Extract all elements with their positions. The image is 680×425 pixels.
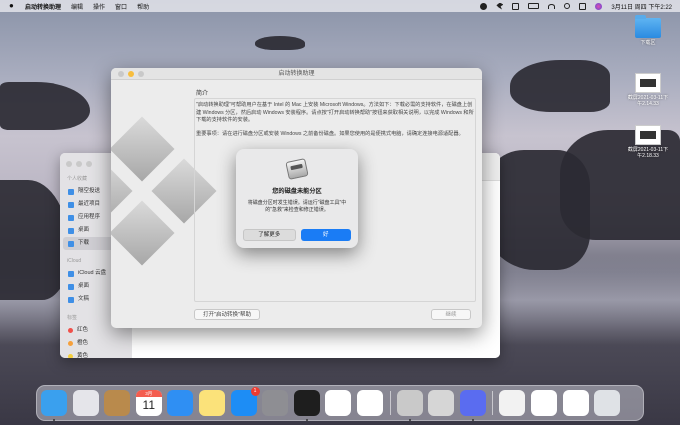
calendar-day: 11 [142, 398, 156, 412]
system-preferences-icon[interactable] [262, 390, 289, 416]
learn-more-button[interactable]: 了解更多 [243, 229, 296, 241]
dock: 3月 11 1 [36, 385, 644, 421]
spotlight-icon[interactable] [564, 3, 571, 9]
intro-text: "启动转换助理"可帮助用户在基于 Intel 的 Mac 上安装 Microso… [196, 102, 474, 144]
menu-edit[interactable]: 编辑 [71, 2, 83, 11]
download-icon [68, 240, 74, 247]
document-icon[interactable] [499, 390, 526, 416]
sidebar-tag-yellow[interactable]: 黄色 [60, 350, 132, 358]
desktop-item-label: 截屏2021-03-11下午2.14.33 [627, 95, 669, 107]
apple-menu-icon[interactable]: ● [9, 2, 17, 10]
section-heading: 简介 [196, 91, 209, 97]
tag-dot-icon [68, 354, 73, 358]
disk-utility-icon[interactable] [428, 390, 455, 416]
feishu-icon[interactable] [459, 390, 486, 421]
alert-message: 将磁盘分区时发生错误。请运行"磁盘工具"中的"急救"来检查和修正错误。 [247, 200, 347, 213]
menu-clock[interactable]: 3月11日 周四 下午2:22 [611, 2, 672, 11]
running-indicator [408, 419, 411, 421]
trash-icon[interactable] [594, 390, 621, 416]
wps-icon[interactable] [325, 390, 352, 416]
clock-icon [68, 201, 74, 208]
finder-icon[interactable] [41, 390, 67, 421]
notification-badge: 1 [250, 387, 260, 396]
menu-help[interactable]: 帮助 [137, 2, 149, 11]
open-help-button[interactable]: 打开"启动转换"帮助 [194, 309, 260, 320]
app-store-icon[interactable]: 1 [230, 387, 260, 416]
boot-camp-icon[interactable] [396, 390, 423, 421]
dock-separator [389, 391, 391, 415]
partition-error-alert: 您的磁盘未能分区 将磁盘分区时发生错误。请运行"磁盘工具"中的"急救"来检查和修… [236, 149, 358, 248]
screenshot-thumbnail-icon [635, 73, 661, 93]
qq-status-icon[interactable] [480, 2, 488, 10]
window-titlebar[interactable]: 启动转换助理 [111, 68, 482, 80]
dock-separator [492, 391, 494, 415]
running-indicator [53, 419, 55, 421]
desktop-icon [68, 283, 74, 290]
menu-window[interactable]: 窗口 [115, 2, 127, 11]
tag-dot-icon [68, 341, 73, 346]
screen-icon[interactable] [512, 2, 520, 10]
baidu-netdisk-icon[interactable] [356, 390, 383, 416]
menu-action[interactable]: 操作 [93, 2, 105, 11]
feishu-status-icon[interactable] [496, 2, 504, 10]
contacts-icon[interactable] [104, 390, 131, 416]
screenshot-icon[interactable] [530, 390, 557, 416]
desktop-folder-downloads[interactable]: 下载区 [626, 15, 670, 46]
boot-camp-disk-icon [284, 157, 310, 181]
ok-button[interactable]: 好 [300, 229, 351, 241]
notes-icon[interactable] [198, 390, 225, 416]
intro-paragraph: "启动转换助理"可帮助用户在基于 Intel 的 Mac 上安装 Microso… [196, 102, 474, 124]
window-title: 启动转换助理 [278, 71, 315, 77]
folder-icon [635, 15, 661, 38]
sidebar-tag-orange[interactable]: 橙色 [60, 337, 132, 350]
battery-icon[interactable] [528, 3, 540, 9]
tag-dot-icon [68, 328, 73, 333]
desktop-icon [68, 227, 74, 234]
minimize-button[interactable] [128, 71, 134, 77]
siri-icon[interactable] [595, 2, 603, 10]
airdrop-icon [68, 188, 74, 195]
launchpad-icon[interactable] [72, 390, 99, 416]
cloud-icon [68, 270, 74, 277]
continue-button[interactable]: 继续 [431, 309, 471, 320]
safari-icon[interactable] [167, 390, 194, 416]
running-indicator [471, 419, 474, 421]
calendar-icon[interactable]: 3月 11 [135, 390, 162, 416]
important-paragraph: 重要事项：请在进行磁盘分区或安装 Windows 之前备份磁盘。如果您使用的是便… [196, 130, 464, 137]
desktop-item-label: 下载区 [640, 40, 656, 46]
calendar-month: 3月 [135, 390, 162, 397]
qq-icon[interactable] [293, 390, 320, 421]
alert-title: 您的磁盘未能分区 [272, 188, 322, 195]
control-center-icon[interactable] [579, 2, 587, 10]
desktop-screenshot-1[interactable]: 截屏2021-03-11下午2.14.33 [626, 73, 670, 107]
running-indicator [305, 419, 308, 421]
zoom-button[interactable] [138, 71, 144, 77]
menu-app-name[interactable]: 启动转换助理 [25, 2, 61, 11]
image-stack-icon[interactable] [562, 390, 589, 416]
screenshot-thumbnail-icon [635, 125, 661, 145]
document-icon [68, 296, 74, 303]
desktop-screenshot-2[interactable]: 截屏2021-03-11下午2.18.33 [626, 125, 670, 159]
close-button[interactable] [66, 161, 72, 167]
menu-bar: ● 启动转换助理 编辑 操作 窗口 帮助 3月11日 周四 下午2:22 [0, 0, 680, 12]
applications-icon [68, 214, 74, 221]
wifi-icon[interactable] [548, 3, 556, 9]
close-button[interactable] [118, 71, 124, 77]
minimize-button[interactable] [76, 161, 82, 167]
desktop-item-label: 截屏2021-03-11下午2.18.33 [627, 147, 669, 159]
zoom-button[interactable] [86, 161, 92, 167]
